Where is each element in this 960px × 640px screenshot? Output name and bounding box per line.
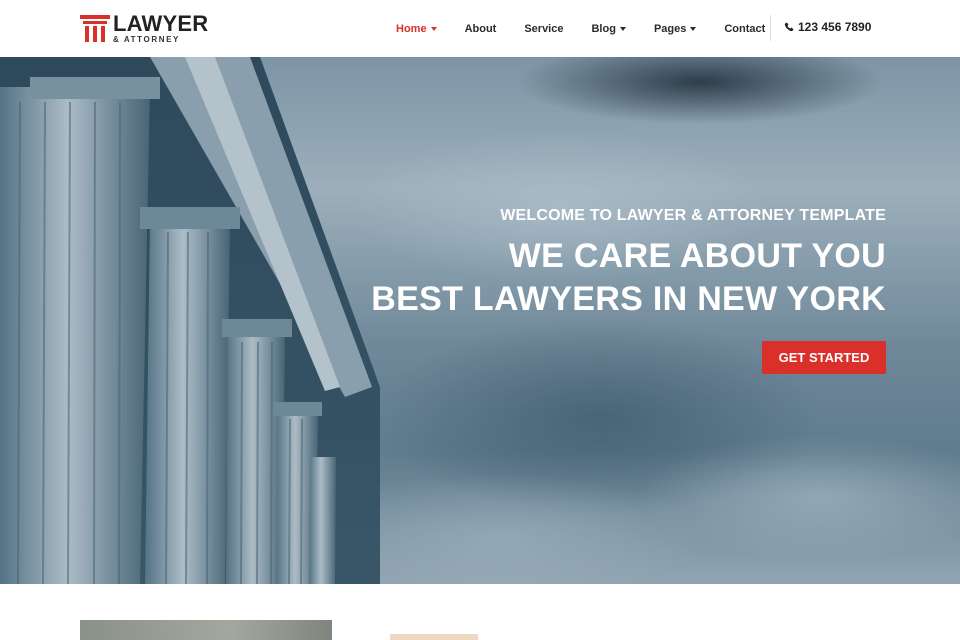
nav-item-blog[interactable]: Blog [591,22,626,35]
hero-text: WELCOME TO LAWYER & ATTORNEY TEMPLATE WE… [371,207,886,319]
nav-item-pages[interactable]: Pages [653,22,697,35]
hero-heading-line1: WE CARE ABOUT YOU [508,237,886,275]
about-section [0,584,960,640]
logo[interactable]: LAWYER & ATTORNEY [80,12,208,44]
hero-heading-line2: BEST LAWYERS IN NEW YORK [371,280,886,318]
main-nav: Home About Service Blog Pages Contact [396,0,765,57]
nav-item-label: Pages [653,22,687,35]
nav-item-label: Service [524,22,564,35]
logo-text: LAWYER & ATTORNEY [113,10,209,44]
about-heading-fragment [390,634,478,640]
header-phone[interactable]: 123 456 7890 [784,20,871,34]
nav-item-label: Contact [724,22,766,35]
phone-number: 123 456 7890 [798,20,872,34]
nav-item-label: Home [396,22,427,35]
hero-overlay [0,57,960,584]
nav-item-home[interactable]: Home [396,23,437,35]
phone-icon [784,22,794,32]
nav-item-label: Blog [591,22,616,35]
get-started-button[interactable]: GET STARTED [762,341,886,374]
nav-item-about[interactable]: About [465,23,497,35]
caret-down-icon [619,27,626,31]
about-image [80,620,332,640]
logo-subtitle: & ATTORNEY [113,34,180,44]
caret-down-icon [690,27,697,31]
pillar-logo-icon [80,13,110,43]
hero-kicker: WELCOME TO LAWYER & ATTORNEY TEMPLATE [500,207,886,224]
caret-down-icon [430,27,437,31]
logo-title: LAWYER [113,10,209,36]
nav-item-label: About [464,22,497,35]
site-header: LAWYER & ATTORNEY Home About Service Blo… [0,0,960,57]
hero-banner: WELCOME TO LAWYER & ATTORNEY TEMPLATE WE… [0,57,960,584]
nav-divider [770,15,771,41]
nav-item-service[interactable]: Service [524,23,563,35]
nav-item-contact[interactable]: Contact [724,23,765,35]
